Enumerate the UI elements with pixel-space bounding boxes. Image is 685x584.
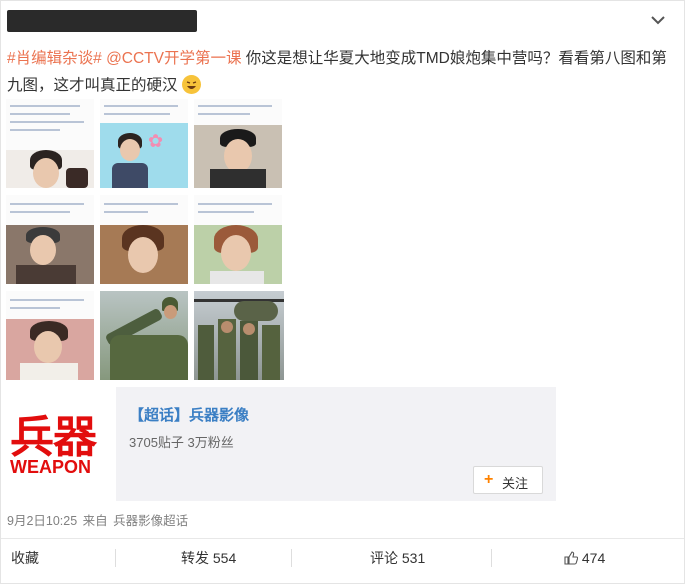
- logo-text-cn: 兵器: [10, 412, 97, 463]
- like-button[interactable]: 474: [564, 539, 605, 583]
- post-meta: 9月2日10:25 来自 兵器影像超话: [7, 510, 190, 529]
- follow-button[interactable]: + 关注: [473, 466, 543, 494]
- repost-label: 转发 554: [181, 550, 237, 566]
- mention-link[interactable]: @CCTV开学第一课: [106, 50, 241, 67]
- from-label: 来自: [82, 514, 108, 528]
- topic-tag-link[interactable]: #肖编辑杂谈#: [7, 50, 102, 67]
- plus-icon: +: [484, 471, 494, 488]
- chevron-down-icon[interactable]: [649, 13, 667, 27]
- supertopic-share-card[interactable]: 兵器 WEAPON 【超话】兵器影像 3705贴子 3万粉丝 + 关注: [6, 387, 556, 501]
- image-2[interactable]: ✿: [100, 99, 188, 188]
- action-bar: 收藏 转发 554 评论 531 474: [1, 539, 684, 583]
- image-7[interactable]: [6, 291, 94, 380]
- supertopic-title-link[interactable]: 【超话】兵器影像: [129, 404, 249, 425]
- image-9-soldiers-helicopter[interactable]: [194, 291, 284, 380]
- comment-button[interactable]: 评论 531: [370, 539, 425, 583]
- image-3[interactable]: [194, 99, 282, 188]
- supertopic-stats: 3705贴子 3万粉丝: [129, 435, 234, 450]
- separator: [115, 549, 116, 567]
- image-4[interactable]: [6, 195, 94, 284]
- author-name[interactable]: [7, 10, 197, 32]
- weapon-logo: 兵器 WEAPON: [6, 387, 116, 501]
- post-text: #肖编辑杂谈# @CCTV开学第一课 你这是想让华夏大地变成TMD娘炮集中营吗？…: [7, 45, 667, 99]
- weibo-post-card: #肖编辑杂谈# @CCTV开学第一课 你这是想让华夏大地变成TMD娘炮集中营吗？…: [0, 0, 685, 584]
- post-time-link[interactable]: 9月2日10:25: [7, 514, 77, 528]
- thumbs-up-icon: [564, 541, 579, 565]
- logo-text-en: WEAPON: [10, 457, 91, 477]
- image-1[interactable]: [6, 99, 94, 188]
- image-6[interactable]: [194, 195, 282, 284]
- laugh-icon: [181, 75, 201, 94]
- image-5[interactable]: [100, 195, 188, 284]
- like-count: 474: [581, 550, 606, 566]
- separator: [491, 549, 492, 567]
- image-8-soldier-tank[interactable]: [100, 291, 188, 380]
- separator: [291, 549, 292, 567]
- follow-label: 关注: [502, 476, 529, 491]
- favorite-button[interactable]: 收藏: [11, 539, 39, 583]
- repost-button[interactable]: 转发 554: [181, 539, 236, 583]
- author-name-redacted[interactable]: [7, 10, 197, 32]
- source-link[interactable]: 兵器影像超话: [113, 514, 188, 528]
- comment-label: 评论 531: [370, 550, 426, 566]
- favorite-label: 收藏: [11, 550, 39, 566]
